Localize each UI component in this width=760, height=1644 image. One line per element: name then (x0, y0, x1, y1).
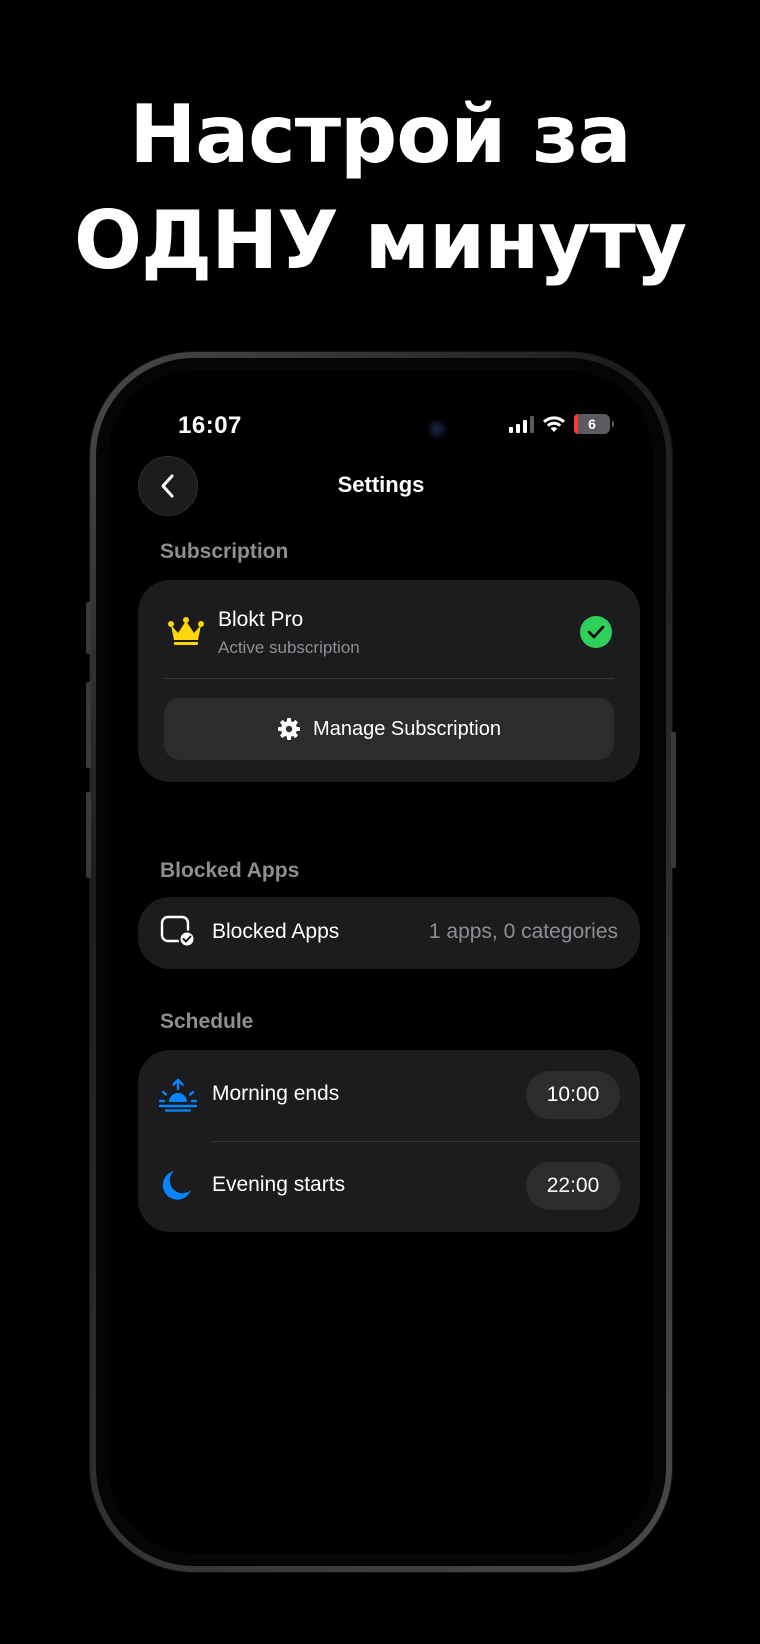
phone-frame: 16:07 6 Settings Subscription Blokt Pro … (86, 352, 676, 1572)
sunrise-icon (158, 1078, 198, 1112)
gear-icon (278, 718, 301, 740)
power-button (671, 732, 676, 868)
volume-up-button (86, 682, 91, 768)
phone-screen: 16:07 6 Settings Subscription Blokt Pro … (108, 370, 654, 1554)
morning-ends-time: 10:00 (546, 1083, 600, 1106)
morning-ends-label: Morning ends (212, 1082, 340, 1105)
volume-down-button (86, 792, 91, 878)
promo-headline: Настрой за ОДНУ минуту (0, 82, 760, 294)
schedule-row-evening[interactable]: Evening starts 22:00 (138, 1142, 640, 1232)
subscription-row: Blokt Pro Active subscription (138, 580, 640, 680)
battery-icon: 6 (574, 414, 614, 434)
plan-name: Blokt Pro (218, 608, 304, 631)
subscription-card: Blokt Pro Active subscription Manage Sub… (138, 580, 640, 782)
status-icons: 6 (509, 414, 614, 434)
wifi-icon (543, 416, 565, 432)
morning-ends-time-picker[interactable]: 10:00 (526, 1071, 620, 1119)
subscription-divider (164, 678, 614, 679)
blocked-apps-row[interactable]: Blocked Apps 1 apps, 0 categories (138, 897, 640, 969)
page-title: Settings (337, 472, 425, 497)
active-check-icon (580, 616, 612, 648)
headline-line-2: ОДНУ минуту (73, 194, 687, 287)
blocked-apps-label: Blocked Apps (212, 920, 340, 943)
schedule-row-morning[interactable]: Morning ends 10:00 (138, 1050, 640, 1141)
blocked-apps-section-title: Blocked Apps (160, 859, 300, 882)
cellular-signal-icon (509, 415, 534, 433)
status-time: 16:07 (178, 412, 242, 439)
app-shield-icon (160, 915, 196, 947)
action-button (86, 602, 91, 654)
battery-level: 6 (588, 416, 596, 432)
schedule-card: Morning ends 10:00 Evening starts 22:00 (138, 1050, 640, 1232)
phone-bezel: 16:07 6 Settings Subscription Blokt Pro … (96, 358, 666, 1566)
crown-icon (168, 617, 204, 645)
headline-line-1: Настрой за (129, 88, 631, 181)
camera-lens (426, 418, 448, 440)
moon-icon (162, 1171, 191, 1200)
promo-page: Настрой за ОДНУ минуту 16:07 6 Settings … (0, 0, 760, 1644)
manage-subscription-label: Manage Subscription (313, 717, 501, 740)
blocked-apps-count: 1 apps, 0 categories (428, 920, 618, 943)
subscription-section-title: Subscription (160, 540, 289, 563)
evening-starts-time: 22:00 (546, 1174, 600, 1197)
plan-status: Active subscription (218, 638, 360, 657)
schedule-section-title: Schedule (160, 1010, 254, 1033)
evening-starts-label: Evening starts (212, 1173, 346, 1196)
evening-starts-time-picker[interactable]: 22:00 (526, 1162, 620, 1210)
manage-subscription-button[interactable]: Manage Subscription (164, 698, 614, 760)
